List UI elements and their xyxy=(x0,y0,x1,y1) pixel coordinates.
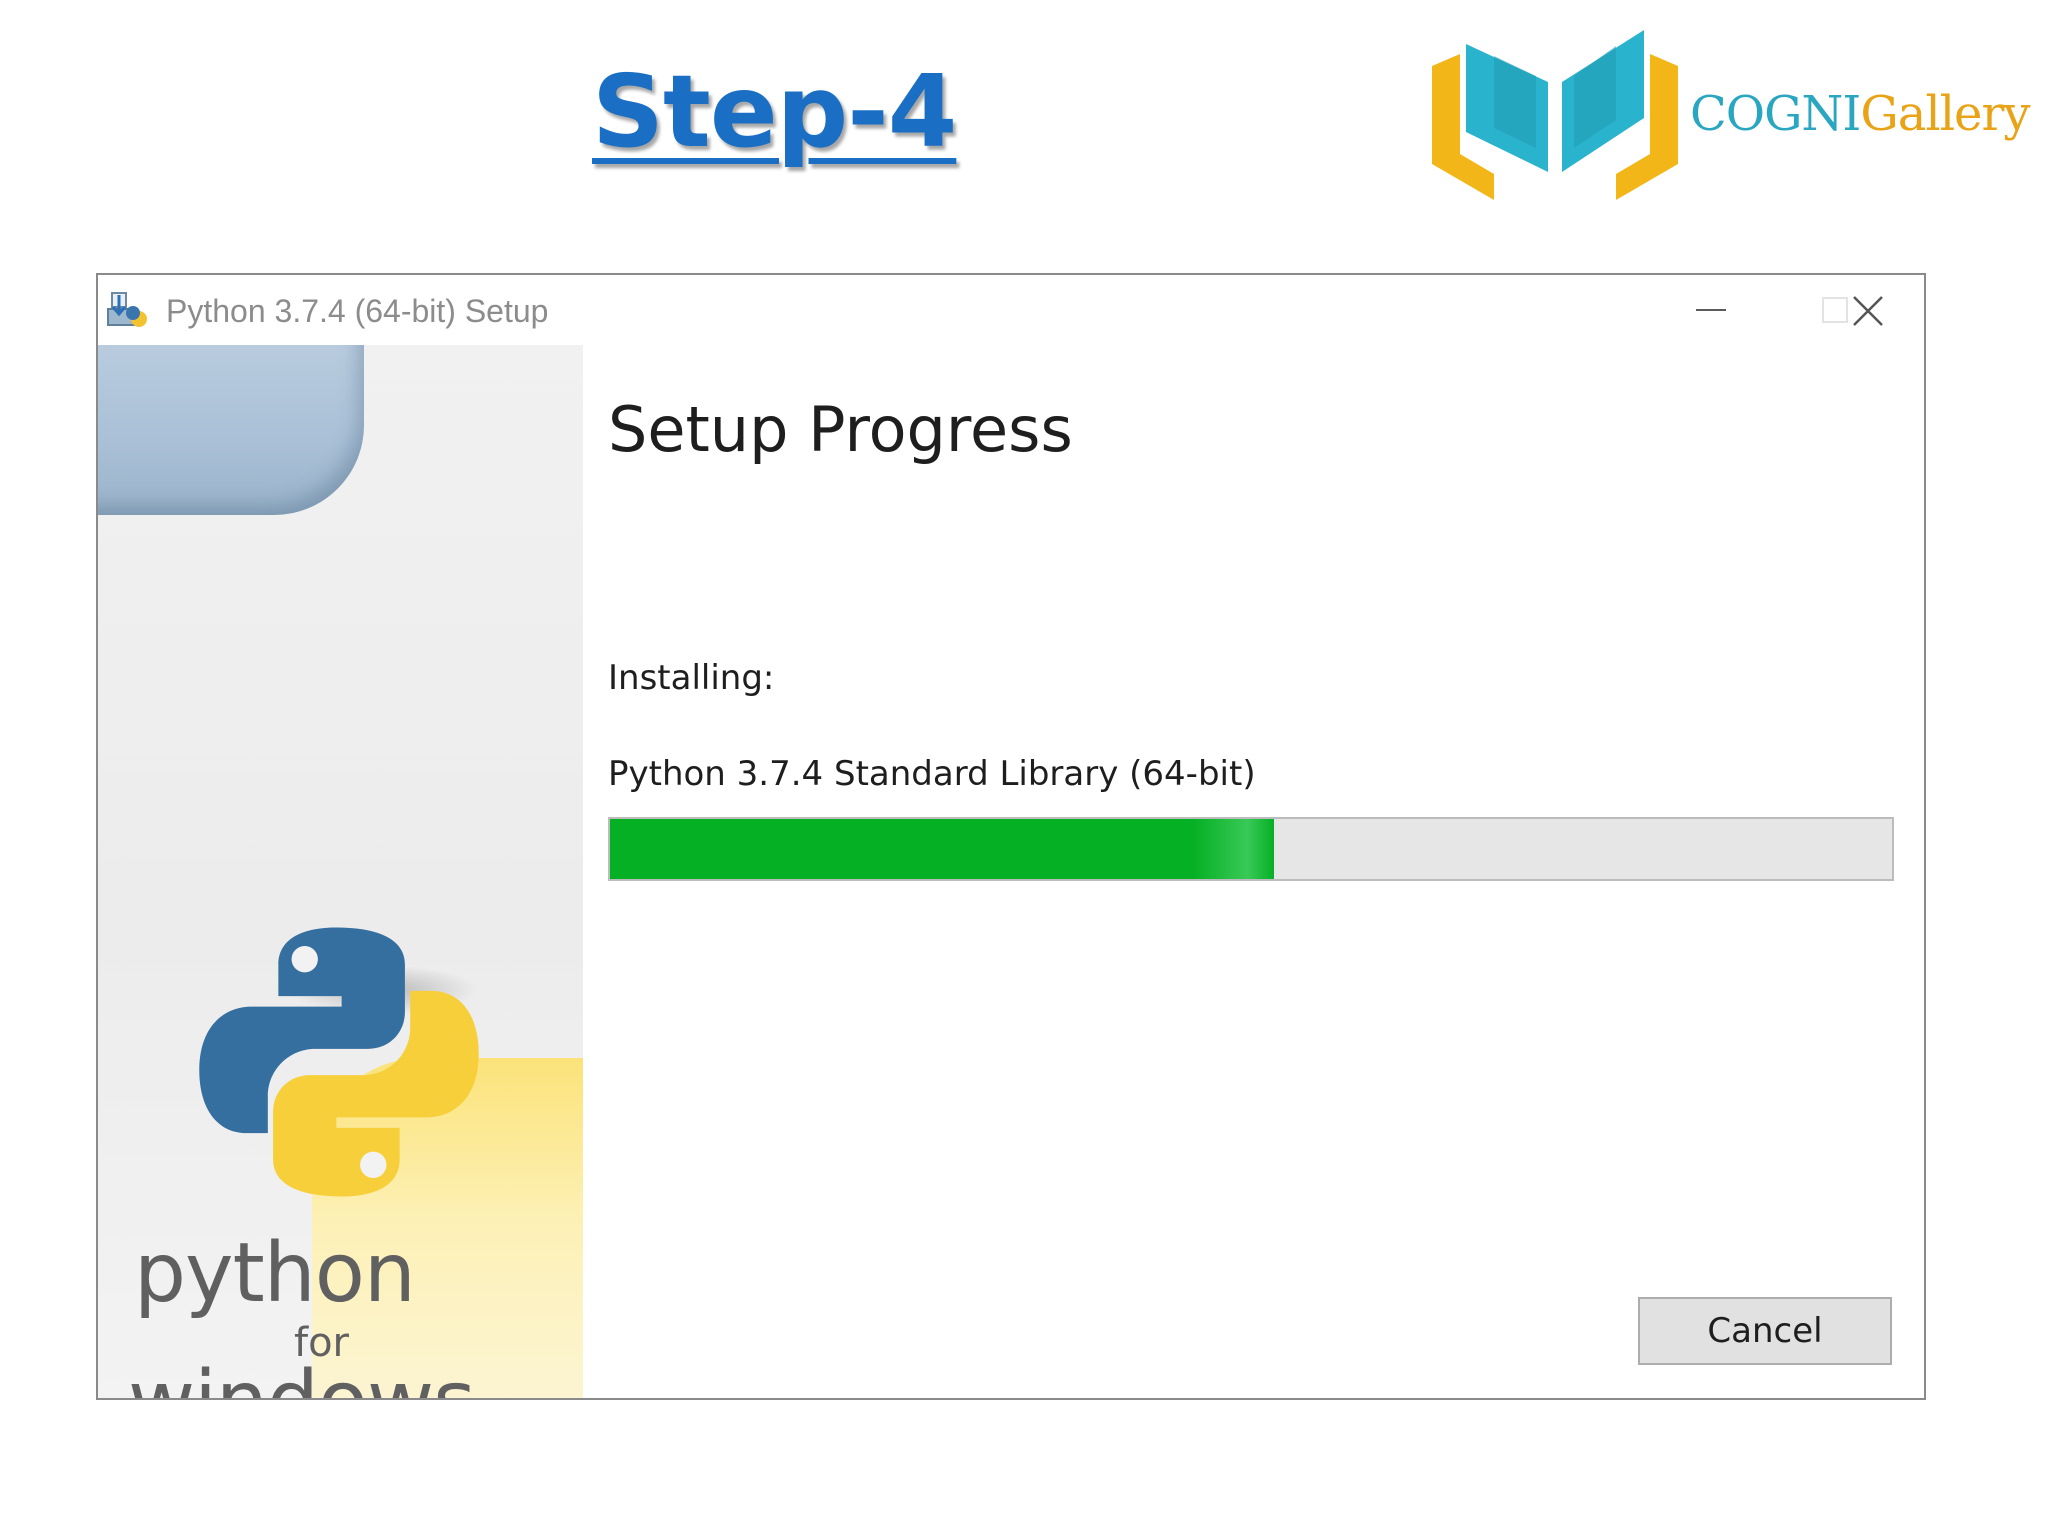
progress-bar xyxy=(608,817,1894,881)
close-icon[interactable] xyxy=(1850,293,1886,329)
python-wordmark: python xyxy=(134,1226,416,1321)
cancel-button[interactable]: Cancel xyxy=(1638,1297,1892,1365)
side-banner: python for windows xyxy=(98,345,583,1399)
brand-name: COGNIGallery xyxy=(1690,90,2031,138)
installer-window: Python 3.7.4 (64-bit) Setup python for S… xyxy=(96,273,1926,1400)
installer-icon xyxy=(107,292,147,327)
minimize-icon xyxy=(1696,309,1726,311)
windows-wordmark: windows xyxy=(128,1361,476,1399)
status-label: Installing: xyxy=(608,658,775,698)
minimize-button[interactable] xyxy=(1650,275,1770,341)
current-package-label: Python 3.7.4 Standard Library (64-bit) xyxy=(608,754,1256,794)
page-heading: Setup Progress xyxy=(608,393,1073,466)
maximize-icon xyxy=(1822,297,1848,323)
window-title: Python 3.7.4 (64-bit) Setup xyxy=(166,293,549,329)
python-logo-icon xyxy=(199,927,479,1197)
brand-name-gallery: Gallery xyxy=(1860,86,2030,142)
progress-fill xyxy=(610,819,1275,879)
slide: Step-4 COGNIGallery Python 3.7.4 (64-bit… xyxy=(0,0,2048,1536)
step-title: Step-4 xyxy=(592,53,957,170)
decorative-blue-shape xyxy=(98,345,364,515)
brand-logo: COGNIGallery xyxy=(1432,28,2031,208)
window-titlebar[interactable]: Python 3.7.4 (64-bit) Setup xyxy=(98,275,1924,345)
brand-name-cogni: COGNI xyxy=(1690,86,1861,142)
open-book-icon xyxy=(1432,30,1678,200)
